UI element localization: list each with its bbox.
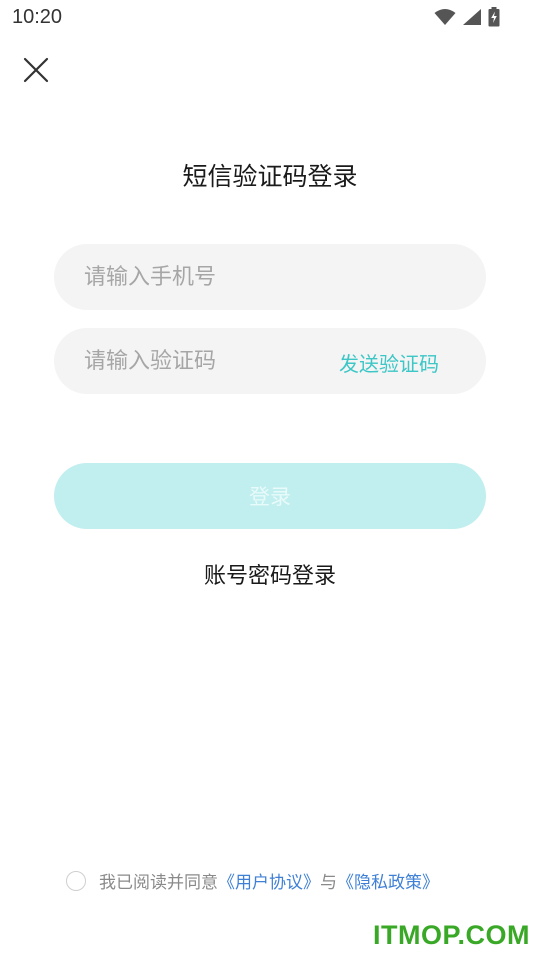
send-code-button[interactable]: 发送验证码: [339, 348, 439, 377]
login-button[interactable]: 登录: [54, 463, 486, 529]
phone-field[interactable]: [54, 244, 486, 310]
agreement-connector: 与: [320, 873, 337, 893]
status-icons: [434, 7, 500, 27]
status-time: 10:20: [12, 6, 63, 28]
agreement-prefix: 我已阅读并同意: [99, 873, 218, 893]
agreement-checkbox[interactable]: [66, 870, 86, 891]
signal-icon: [463, 9, 481, 25]
verification-code-input[interactable]: [84, 328, 314, 394]
battery-charging-icon: [488, 7, 500, 27]
close-button[interactable]: [20, 54, 52, 86]
code-field[interactable]: 发送验证码: [54, 328, 486, 394]
wifi-icon: [434, 9, 456, 25]
page-title: 短信验证码登录: [182, 162, 358, 191]
agreement-row: 我已阅读并同意 《用户协议》 与 《隐私政策》: [66, 868, 439, 893]
close-icon: [23, 57, 49, 83]
privacy-policy-link[interactable]: 《隐私政策》: [337, 868, 439, 893]
user-agreement-link[interactable]: 《用户协议》: [218, 868, 320, 893]
watermark-logo: ITMOP.COM: [372, 920, 530, 950]
phone-input[interactable]: [84, 244, 456, 310]
password-login-link[interactable]: 账号密码登录: [0, 558, 540, 590]
status-bar: 10:20: [0, 0, 540, 34]
